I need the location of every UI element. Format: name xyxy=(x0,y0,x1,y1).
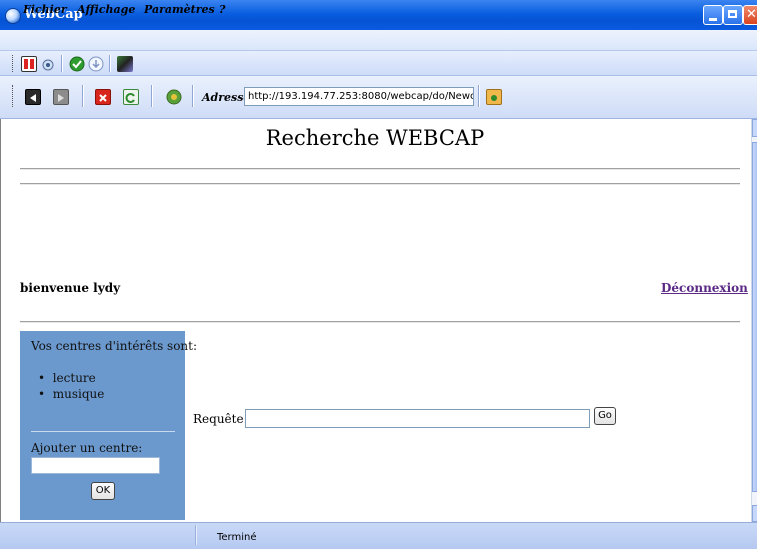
scroll-thumb[interactable] xyxy=(752,142,757,492)
stop-icon[interactable] xyxy=(95,89,111,105)
refresh-icon[interactable] xyxy=(123,89,139,105)
divider xyxy=(20,183,740,185)
maximize-button[interactable] xyxy=(723,5,743,25)
image-icon[interactable] xyxy=(117,56,133,72)
toolbar-separator xyxy=(61,55,63,72)
status-bar xyxy=(0,522,757,549)
interest-label: lecture xyxy=(52,371,96,385)
bullet-icon: • xyxy=(38,371,46,385)
menu-parametres[interactable]: Paramètres xyxy=(144,3,215,16)
toolbar-separator xyxy=(192,85,194,107)
scroll-up-button[interactable] xyxy=(752,119,757,137)
logout-link[interactable]: Déconnexion xyxy=(661,281,748,295)
home-icon[interactable] xyxy=(165,88,182,105)
forward-icon[interactable] xyxy=(53,89,69,105)
welcome-text: bienvenue lydy xyxy=(20,281,121,295)
minimize-button[interactable] xyxy=(703,5,723,25)
address-input[interactable]: http://193.194.77.253:8080/webcap/do/New… xyxy=(244,87,474,106)
status-separator xyxy=(195,525,197,545)
eye-icon[interactable] xyxy=(40,56,56,72)
query-input[interactable] xyxy=(245,409,590,428)
menu-bar xyxy=(0,30,757,51)
query-label: Requête: xyxy=(193,412,248,426)
go-icon[interactable] xyxy=(486,89,502,105)
toolbar-top xyxy=(0,51,757,76)
back-icon[interactable] xyxy=(25,89,41,105)
page-title: Recherche WEBCAP xyxy=(265,126,485,150)
interest-label: musique xyxy=(52,387,105,401)
interest-item: • lecture xyxy=(38,371,96,385)
add-interest-label: Ajouter un centre: xyxy=(31,441,143,455)
toolbar-separator xyxy=(478,85,480,107)
toolbar-separator xyxy=(82,85,84,107)
panel-divider xyxy=(31,431,175,432)
close-button[interactable] xyxy=(743,5,757,25)
go-button[interactable]: Go xyxy=(594,407,616,425)
interest-item: • musique xyxy=(38,387,104,401)
toolbar-separator xyxy=(151,85,153,107)
ok-button[interactable]: OK xyxy=(91,482,115,500)
bullet-icon: • xyxy=(38,387,46,401)
toolbar-grip xyxy=(12,85,15,107)
scroll-down-button[interactable] xyxy=(752,505,757,522)
toolbar-separator xyxy=(109,55,111,72)
status-text: Terminé xyxy=(217,532,257,543)
menu-fichier[interactable]: Fichier xyxy=(23,3,67,16)
app-globe-icon xyxy=(5,8,21,24)
menu-affichage[interactable]: Affichage xyxy=(77,3,135,16)
book-icon[interactable] xyxy=(21,56,37,72)
toolbar-grip xyxy=(12,55,15,72)
interests-heading: Vos centres d'intérêts sont: xyxy=(31,339,198,353)
divider xyxy=(20,168,740,170)
menu-help[interactable]: ? xyxy=(219,3,225,16)
info-icon[interactable] xyxy=(88,56,104,72)
divider xyxy=(20,321,740,323)
add-interest-input[interactable] xyxy=(31,457,160,474)
green-check-icon[interactable] xyxy=(69,56,85,72)
